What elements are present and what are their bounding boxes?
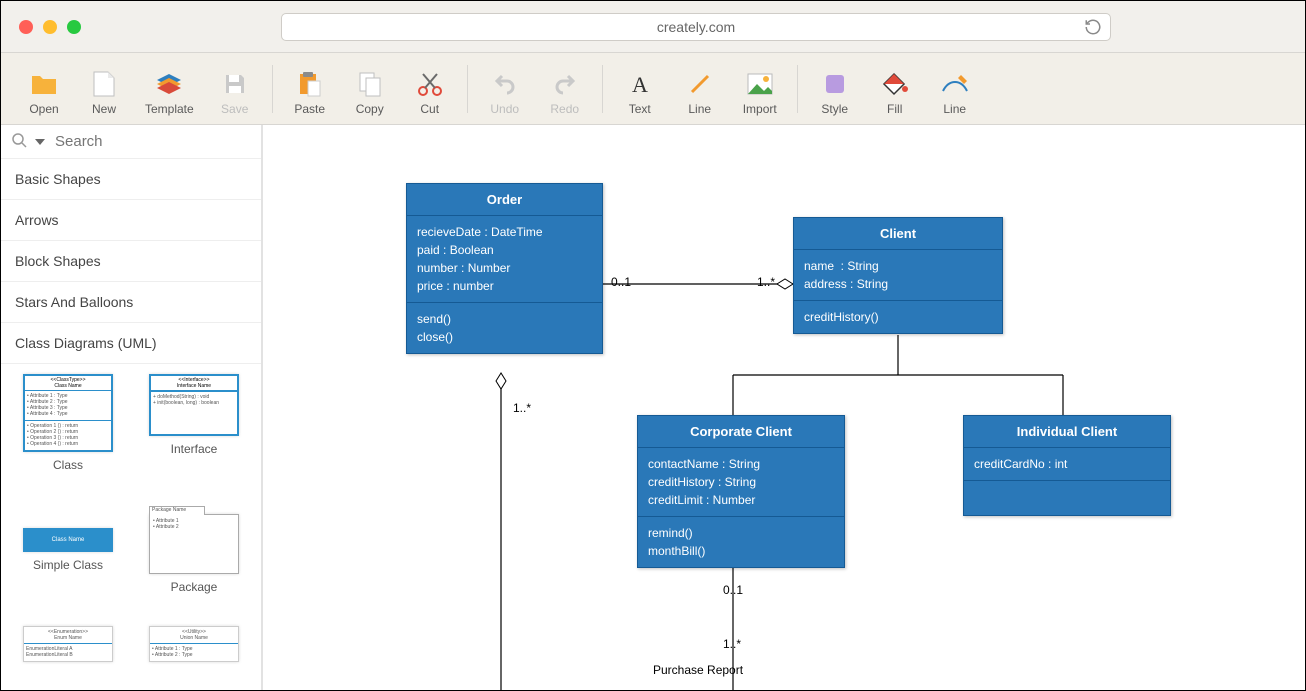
uml-class-order[interactable]: Order recieveDate : DateTime paid : Bool… [406,183,603,354]
class-operations [964,481,1170,515]
multiplicity-label: 0..1 [611,275,631,289]
class-attributes: contactName : String creditHistory : Str… [638,448,844,517]
dropdown-icon[interactable] [35,139,45,145]
class-attributes: creditCardNo : int [964,448,1170,481]
shape-package[interactable]: • Attribute 1• Attribute 2 Package [133,504,255,612]
class-attributes: recieveDate : DateTime paid : Boolean nu… [407,216,602,303]
category-basic-shapes[interactable]: Basic Shapes [1,159,261,200]
class-attributes: name : String address : String [794,250,1002,301]
fill-button[interactable]: Fill [876,70,914,124]
pencil-icon [941,70,969,98]
copy-icon [356,70,384,98]
class-title: Corporate Client [638,416,844,448]
import-button[interactable]: Import [741,70,779,124]
class-operations: creditHistory() [794,301,1002,333]
multiplicity-label: 1..* [757,275,775,289]
line-button[interactable]: Line [681,70,719,124]
window-controls [19,20,81,34]
new-file-icon [90,70,118,98]
shape-card-2[interactable]: <<Utility>>Union Name• Attribute 1 : Typ… [133,626,255,680]
shape-card-1[interactable]: <<Enumeration>>Enum NameEnumerationLiter… [7,626,129,680]
shape-class[interactable]: <<ClassType>>Class Name• Attribute 1 : T… [7,374,129,490]
uml-class-individual-client[interactable]: Individual Client creditCardNo : int [963,415,1171,516]
line-style-button[interactable]: Line [936,70,974,124]
undo-button[interactable]: Undo [486,70,524,124]
image-icon [746,70,774,98]
address-bar[interactable]: creately.com [281,13,1111,41]
new-button[interactable]: New [85,70,123,124]
maximize-icon[interactable] [67,20,81,34]
multiplicity-label: 0..1 [723,583,743,597]
class-operations: send() close() [407,303,602,353]
class-title: Order [407,184,602,216]
category-block-shapes[interactable]: Block Shapes [1,241,261,282]
template-button[interactable]: Template [145,70,194,124]
style-button[interactable]: Style [816,70,854,124]
cut-button[interactable]: Cut [411,70,449,124]
shapes-sidebar: Basic Shapes Arrows Block Shapes Stars A… [1,125,263,690]
category-class-diagrams[interactable]: Class Diagrams (UML) [1,323,261,364]
main-toolbar: Open New Template Save Paste Copy Cut [1,53,1305,125]
uml-class-corporate-client[interactable]: Corporate Client contactName : String cr… [637,415,845,568]
class-operations: remind() monthBill() [638,517,844,567]
category-arrows[interactable]: Arrows [1,200,261,241]
search-icon [11,132,27,151]
category-stars-balloons[interactable]: Stars And Balloons [1,282,261,323]
paste-icon [296,70,324,98]
text-button[interactable]: A Text [621,70,659,124]
search-row [1,125,261,159]
redo-icon [551,70,579,98]
redo-button[interactable]: Redo [546,70,584,124]
class-title: Individual Client [964,416,1170,448]
reload-icon[interactable] [1084,18,1102,39]
close-icon[interactable] [19,20,33,34]
text-icon: A [626,70,654,98]
folder-icon [30,70,58,98]
shape-gallery: <<ClassType>>Class Name• Attribute 1 : T… [1,364,261,690]
undo-icon [491,70,519,98]
multiplicity-label: 1..* [723,637,741,651]
open-button[interactable]: Open [25,70,63,124]
shape-simple-class[interactable]: Class Name Simple Class [7,504,129,612]
diagram-canvas[interactable]: Order recieveDate : DateTime paid : Bool… [263,125,1305,690]
copy-button[interactable]: Copy [351,70,389,124]
cut-icon [416,70,444,98]
style-icon [821,70,849,98]
multiplicity-label: 1..* [513,401,531,415]
save-icon [221,70,249,98]
svg-text:A: A [632,72,648,96]
template-icon [155,70,183,98]
line-icon [686,70,714,98]
uml-class-client[interactable]: Client name : String address : String cr… [793,217,1003,334]
save-button[interactable]: Save [216,70,254,124]
paste-button[interactable]: Paste [291,70,329,124]
association-label: Purchase Report [653,663,743,677]
fill-icon [881,70,909,98]
minimize-icon[interactable] [43,20,57,34]
class-title: Client [794,218,1002,250]
search-input[interactable] [55,133,251,150]
shape-interface[interactable]: <<Interface>>Interface Name+ doMethod(St… [133,374,255,490]
url-text: creately.com [657,19,735,35]
window-titlebar: creately.com [1,1,1305,53]
